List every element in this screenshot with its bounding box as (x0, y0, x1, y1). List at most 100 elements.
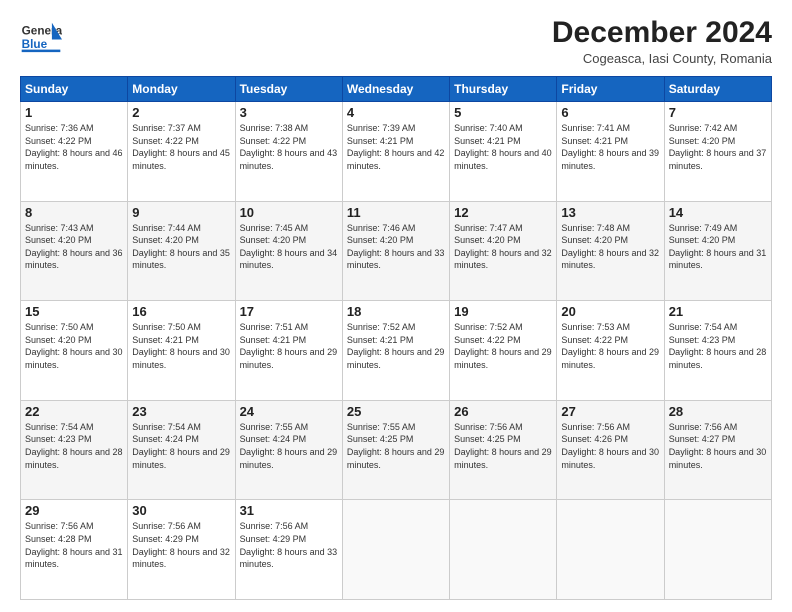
day-number: 7 (669, 105, 767, 120)
day-info: Sunrise: 7:41 AM Sunset: 4:21 PM Dayligh… (561, 122, 659, 172)
day-number: 16 (132, 304, 230, 319)
day-number: 8 (25, 205, 123, 220)
svg-text:Blue: Blue (22, 38, 48, 51)
calendar-cell: 15 Sunrise: 7:50 AM Sunset: 4:20 PM Dayl… (21, 301, 128, 401)
calendar-cell: 26 Sunrise: 7:56 AM Sunset: 4:25 PM Dayl… (450, 400, 557, 500)
calendar-cell (342, 500, 449, 600)
day-info: Sunrise: 7:56 AM Sunset: 4:29 PM Dayligh… (240, 520, 338, 570)
calendar-cell: 18 Sunrise: 7:52 AM Sunset: 4:21 PM Dayl… (342, 301, 449, 401)
day-info: Sunrise: 7:37 AM Sunset: 4:22 PM Dayligh… (132, 122, 230, 172)
calendar-table: SundayMondayTuesdayWednesdayThursdayFrid… (20, 76, 772, 600)
day-info: Sunrise: 7:42 AM Sunset: 4:20 PM Dayligh… (669, 122, 767, 172)
day-number: 18 (347, 304, 445, 319)
day-info: Sunrise: 7:46 AM Sunset: 4:20 PM Dayligh… (347, 222, 445, 272)
day-info: Sunrise: 7:48 AM Sunset: 4:20 PM Dayligh… (561, 222, 659, 272)
day-number: 2 (132, 105, 230, 120)
day-header-sunday: Sunday (21, 77, 128, 102)
day-info: Sunrise: 7:56 AM Sunset: 4:28 PM Dayligh… (25, 520, 123, 570)
day-info: Sunrise: 7:44 AM Sunset: 4:20 PM Dayligh… (132, 222, 230, 272)
calendar-cell (557, 500, 664, 600)
day-number: 14 (669, 205, 767, 220)
day-number: 29 (25, 503, 123, 518)
day-info: Sunrise: 7:52 AM Sunset: 4:21 PM Dayligh… (347, 321, 445, 371)
calendar-cell: 8 Sunrise: 7:43 AM Sunset: 4:20 PM Dayli… (21, 201, 128, 301)
day-info: Sunrise: 7:54 AM Sunset: 4:23 PM Dayligh… (25, 421, 123, 471)
day-info: Sunrise: 7:56 AM Sunset: 4:26 PM Dayligh… (561, 421, 659, 471)
day-info: Sunrise: 7:56 AM Sunset: 4:27 PM Dayligh… (669, 421, 767, 471)
calendar-week-row: 8 Sunrise: 7:43 AM Sunset: 4:20 PM Dayli… (21, 201, 772, 301)
calendar-cell: 13 Sunrise: 7:48 AM Sunset: 4:20 PM Dayl… (557, 201, 664, 301)
calendar-cell: 17 Sunrise: 7:51 AM Sunset: 4:21 PM Dayl… (235, 301, 342, 401)
day-number: 20 (561, 304, 659, 319)
day-number: 9 (132, 205, 230, 220)
calendar-week-row: 1 Sunrise: 7:36 AM Sunset: 4:22 PM Dayli… (21, 102, 772, 202)
day-number: 27 (561, 404, 659, 419)
day-number: 19 (454, 304, 552, 319)
day-number: 1 (25, 105, 123, 120)
day-number: 5 (454, 105, 552, 120)
day-info: Sunrise: 7:55 AM Sunset: 4:25 PM Dayligh… (347, 421, 445, 471)
day-info: Sunrise: 7:56 AM Sunset: 4:29 PM Dayligh… (132, 520, 230, 570)
subtitle: Cogeasca, Iasi County, Romania (552, 51, 772, 66)
day-info: Sunrise: 7:38 AM Sunset: 4:22 PM Dayligh… (240, 122, 338, 172)
day-number: 4 (347, 105, 445, 120)
day-info: Sunrise: 7:50 AM Sunset: 4:20 PM Dayligh… (25, 321, 123, 371)
day-info: Sunrise: 7:39 AM Sunset: 4:21 PM Dayligh… (347, 122, 445, 172)
calendar-cell: 25 Sunrise: 7:55 AM Sunset: 4:25 PM Dayl… (342, 400, 449, 500)
calendar-week-row: 15 Sunrise: 7:50 AM Sunset: 4:20 PM Dayl… (21, 301, 772, 401)
calendar-cell: 19 Sunrise: 7:52 AM Sunset: 4:22 PM Dayl… (450, 301, 557, 401)
day-info: Sunrise: 7:51 AM Sunset: 4:21 PM Dayligh… (240, 321, 338, 371)
page-title: December 2024 (552, 16, 772, 49)
day-info: Sunrise: 7:49 AM Sunset: 4:20 PM Dayligh… (669, 222, 767, 272)
day-number: 26 (454, 404, 552, 419)
day-header-friday: Friday (557, 77, 664, 102)
day-number: 3 (240, 105, 338, 120)
title-block: December 2024 Cogeasca, Iasi County, Rom… (552, 16, 772, 66)
day-info: Sunrise: 7:45 AM Sunset: 4:20 PM Dayligh… (240, 222, 338, 272)
day-number: 13 (561, 205, 659, 220)
day-info: Sunrise: 7:50 AM Sunset: 4:21 PM Dayligh… (132, 321, 230, 371)
calendar-cell: 5 Sunrise: 7:40 AM Sunset: 4:21 PM Dayli… (450, 102, 557, 202)
day-number: 22 (25, 404, 123, 419)
day-header-saturday: Saturday (664, 77, 771, 102)
calendar-cell: 21 Sunrise: 7:54 AM Sunset: 4:23 PM Dayl… (664, 301, 771, 401)
calendar-cell: 31 Sunrise: 7:56 AM Sunset: 4:29 PM Dayl… (235, 500, 342, 600)
day-number: 31 (240, 503, 338, 518)
logo: General Blue (20, 16, 66, 58)
calendar-week-row: 29 Sunrise: 7:56 AM Sunset: 4:28 PM Dayl… (21, 500, 772, 600)
page: General Blue December 2024 Cogeasca, Ias… (0, 0, 792, 612)
calendar-cell: 2 Sunrise: 7:37 AM Sunset: 4:22 PM Dayli… (128, 102, 235, 202)
day-number: 10 (240, 205, 338, 220)
calendar-cell: 4 Sunrise: 7:39 AM Sunset: 4:21 PM Dayli… (342, 102, 449, 202)
day-number: 24 (240, 404, 338, 419)
calendar-cell: 11 Sunrise: 7:46 AM Sunset: 4:20 PM Dayl… (342, 201, 449, 301)
calendar-cell: 3 Sunrise: 7:38 AM Sunset: 4:22 PM Dayli… (235, 102, 342, 202)
day-info: Sunrise: 7:36 AM Sunset: 4:22 PM Dayligh… (25, 122, 123, 172)
calendar-cell: 7 Sunrise: 7:42 AM Sunset: 4:20 PM Dayli… (664, 102, 771, 202)
calendar-cell (664, 500, 771, 600)
day-number: 25 (347, 404, 445, 419)
day-info: Sunrise: 7:54 AM Sunset: 4:23 PM Dayligh… (669, 321, 767, 371)
day-number: 6 (561, 105, 659, 120)
header: General Blue December 2024 Cogeasca, Ias… (20, 16, 772, 66)
calendar-cell: 9 Sunrise: 7:44 AM Sunset: 4:20 PM Dayli… (128, 201, 235, 301)
day-header-wednesday: Wednesday (342, 77, 449, 102)
logo-icon: General Blue (20, 16, 62, 58)
calendar-cell: 22 Sunrise: 7:54 AM Sunset: 4:23 PM Dayl… (21, 400, 128, 500)
calendar-cell: 28 Sunrise: 7:56 AM Sunset: 4:27 PM Dayl… (664, 400, 771, 500)
day-number: 17 (240, 304, 338, 319)
day-info: Sunrise: 7:40 AM Sunset: 4:21 PM Dayligh… (454, 122, 552, 172)
calendar-cell: 29 Sunrise: 7:56 AM Sunset: 4:28 PM Dayl… (21, 500, 128, 600)
calendar-cell: 12 Sunrise: 7:47 AM Sunset: 4:20 PM Dayl… (450, 201, 557, 301)
day-number: 15 (25, 304, 123, 319)
calendar-cell: 23 Sunrise: 7:54 AM Sunset: 4:24 PM Dayl… (128, 400, 235, 500)
calendar-cell: 10 Sunrise: 7:45 AM Sunset: 4:20 PM Dayl… (235, 201, 342, 301)
calendar-cell: 1 Sunrise: 7:36 AM Sunset: 4:22 PM Dayli… (21, 102, 128, 202)
calendar-header-row: SundayMondayTuesdayWednesdayThursdayFrid… (21, 77, 772, 102)
day-number: 23 (132, 404, 230, 419)
calendar-cell: 30 Sunrise: 7:56 AM Sunset: 4:29 PM Dayl… (128, 500, 235, 600)
calendar-cell: 16 Sunrise: 7:50 AM Sunset: 4:21 PM Dayl… (128, 301, 235, 401)
day-info: Sunrise: 7:47 AM Sunset: 4:20 PM Dayligh… (454, 222, 552, 272)
calendar-cell: 24 Sunrise: 7:55 AM Sunset: 4:24 PM Dayl… (235, 400, 342, 500)
day-info: Sunrise: 7:52 AM Sunset: 4:22 PM Dayligh… (454, 321, 552, 371)
